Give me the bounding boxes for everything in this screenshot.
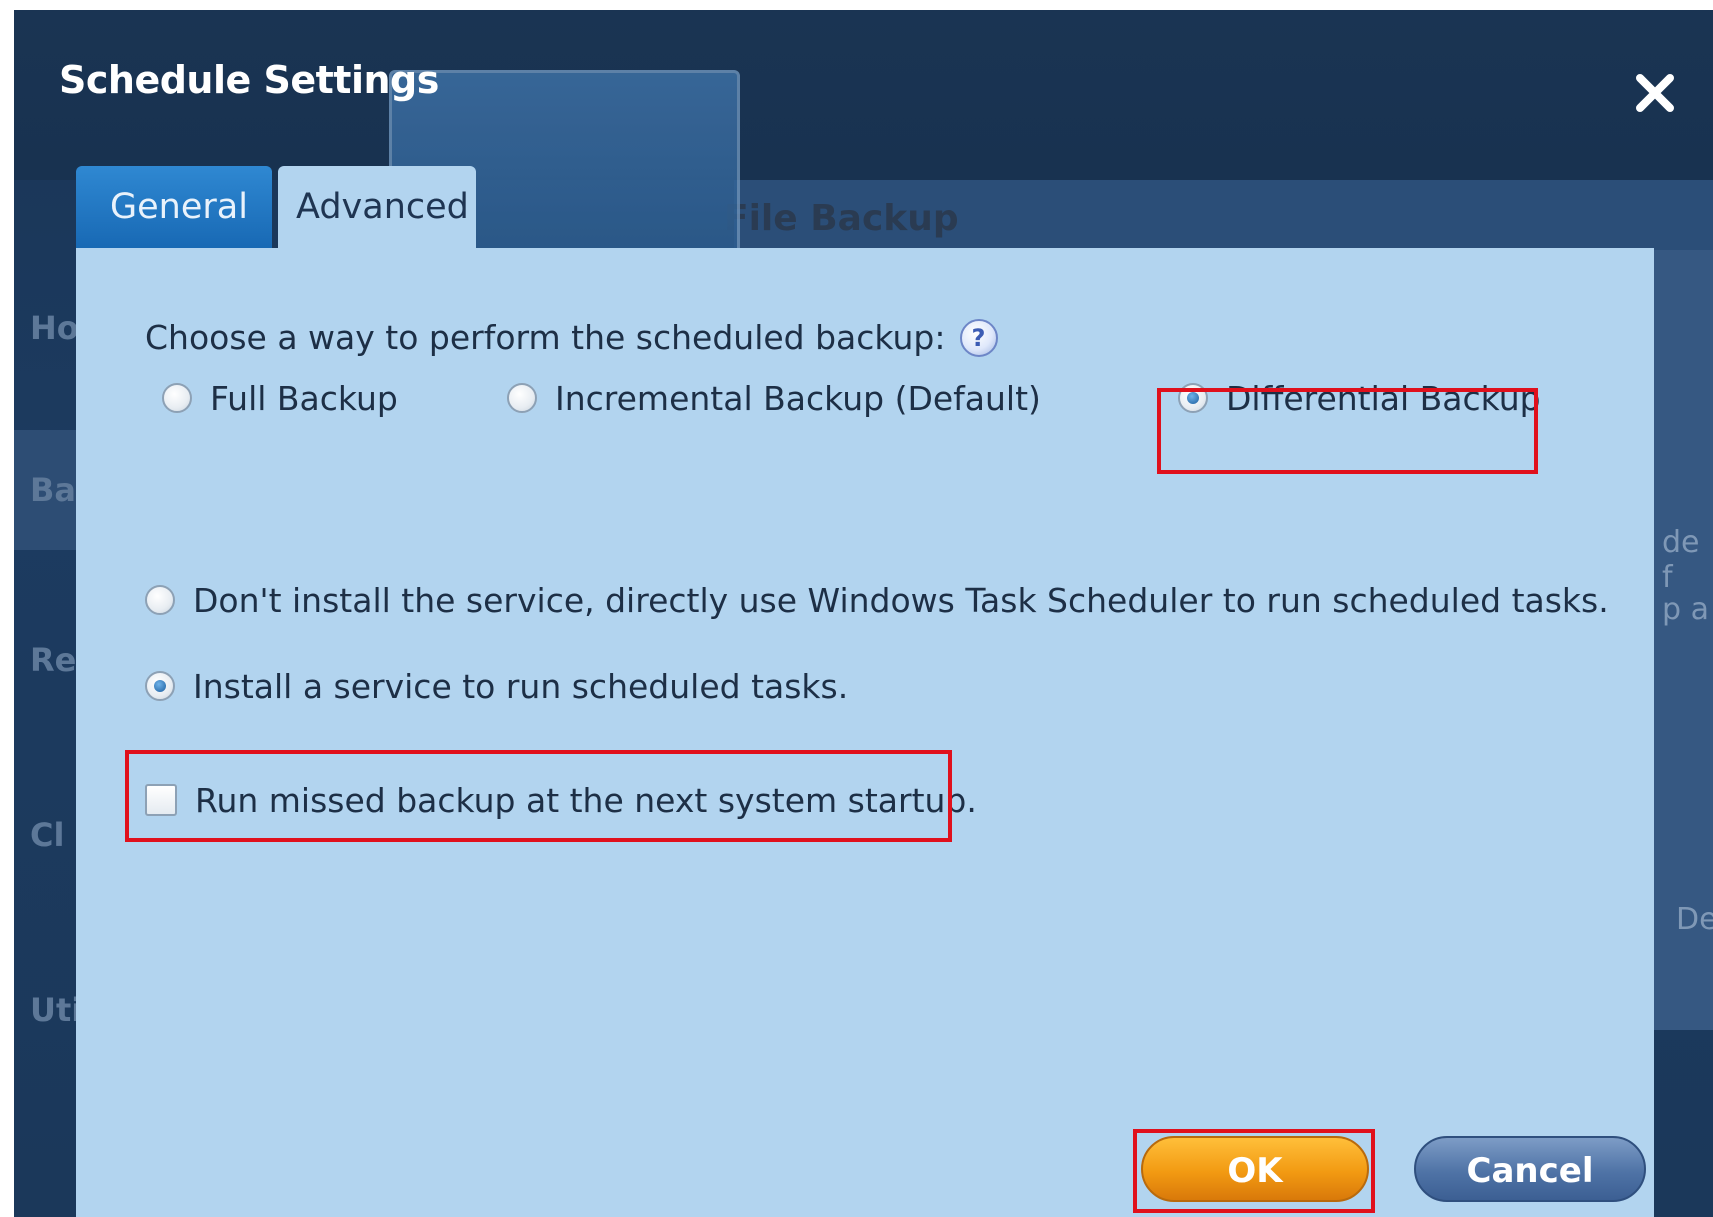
background-nav-item-clone: Cl bbox=[30, 816, 65, 854]
full-backup-label: Full Backup bbox=[210, 378, 398, 418]
app-window: File Backup Ho Ba Re Cl Uti de f p a De … bbox=[14, 10, 1713, 1217]
incremental-backup-option[interactable]: Incremental Backup (Default) bbox=[507, 376, 1041, 420]
dialog-title: Schedule Settings bbox=[59, 58, 439, 102]
backup-method-question-text: Choose a way to perform the scheduled ba… bbox=[145, 318, 946, 357]
task-scheduler-radio[interactable] bbox=[145, 585, 175, 615]
background-section-title: File Backup bbox=[724, 198, 959, 239]
help-icon[interactable]: ? bbox=[959, 318, 998, 357]
backup-method-question: Choose a way to perform the scheduled ba… bbox=[145, 318, 998, 357]
missed-backup-highlight bbox=[125, 750, 952, 842]
advanced-panel: Choose a way to perform the scheduled ba… bbox=[76, 248, 1654, 1217]
background-nav-item-backup: Ba bbox=[14, 430, 84, 550]
background-right-text: de f bbox=[1662, 525, 1700, 595]
full-backup-radio[interactable] bbox=[162, 383, 192, 413]
full-backup-option[interactable]: Full Backup bbox=[162, 376, 398, 420]
background-nav-item-home: Ho bbox=[30, 309, 79, 347]
background-right-text: p a bbox=[1662, 592, 1709, 627]
close-button[interactable] bbox=[1632, 70, 1678, 116]
task-scheduler-label: Don't install the service, directly use … bbox=[193, 580, 1609, 620]
background-nav-item-utilities: Uti bbox=[30, 991, 83, 1029]
tab-bar: General Advanced bbox=[76, 166, 482, 248]
install-service-label: Install a service to run scheduled tasks… bbox=[193, 666, 849, 706]
close-icon bbox=[1636, 74, 1674, 112]
install-service-radio[interactable] bbox=[145, 671, 175, 701]
tab-general[interactable]: General bbox=[76, 166, 272, 248]
cancel-button[interactable]: Cancel bbox=[1414, 1136, 1646, 1202]
install-service-option[interactable]: Install a service to run scheduled tasks… bbox=[145, 664, 848, 708]
incremental-backup-radio[interactable] bbox=[507, 383, 537, 413]
ok-button-highlight bbox=[1133, 1129, 1375, 1213]
tab-advanced[interactable]: Advanced bbox=[278, 166, 476, 248]
background-section-strip: File Backup bbox=[724, 180, 1713, 250]
incremental-backup-label: Incremental Backup (Default) bbox=[555, 378, 1041, 418]
differential-backup-highlight bbox=[1157, 388, 1538, 474]
task-scheduler-option[interactable]: Don't install the service, directly use … bbox=[145, 578, 1609, 622]
background-nav-item-restore: Re bbox=[30, 641, 77, 679]
background-right-text: De bbox=[1676, 902, 1713, 937]
